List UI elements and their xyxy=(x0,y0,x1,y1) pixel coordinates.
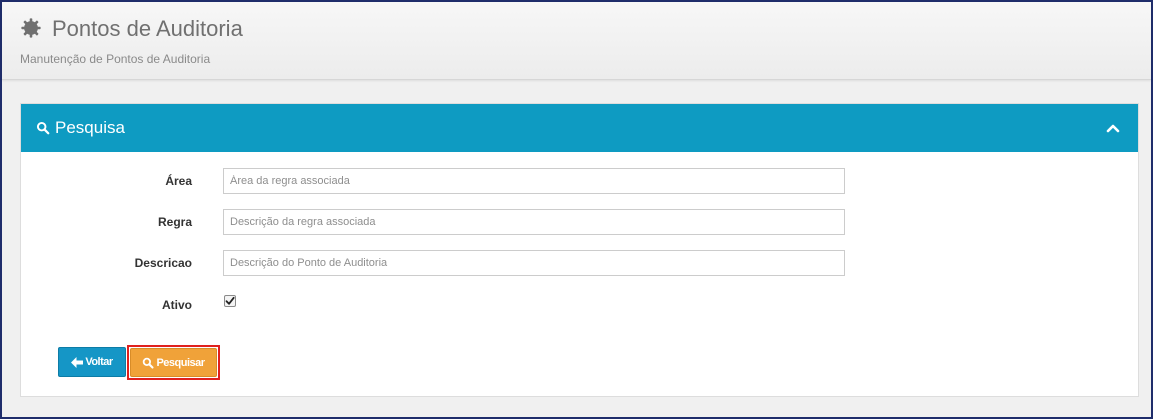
page-title-row: Pontos de Auditoria xyxy=(20,16,243,42)
search-button-highlight: Pesquisar xyxy=(127,345,220,380)
form-row-ativo: Ativo xyxy=(21,295,1138,321)
panel-title: Pesquisa xyxy=(55,118,125,137)
back-button[interactable]: Voltar xyxy=(58,347,126,377)
descricao-input[interactable] xyxy=(223,250,845,276)
arrow-left-icon xyxy=(71,356,84,368)
regra-input[interactable] xyxy=(223,209,845,235)
app-window: Pontos de Auditoria Manutenção de Pontos… xyxy=(0,0,1153,419)
search-icon xyxy=(143,357,155,369)
regra-label: Regra xyxy=(157,215,192,229)
search-icon xyxy=(36,121,50,135)
panel-heading: Pesquisa xyxy=(21,104,1138,152)
search-button-label: Pesquisar xyxy=(156,356,205,369)
panel-title-wrap: Pesquisa xyxy=(36,118,125,138)
chevron-up-icon xyxy=(1106,124,1120,133)
page-subtitle: Manutenção de Pontos de Auditoria xyxy=(20,52,211,66)
ativo-label: Ativo xyxy=(162,298,192,312)
form-row-area: Área xyxy=(21,168,1138,194)
gear-icon xyxy=(20,17,44,41)
page-title: Pontos de Auditoria xyxy=(52,16,243,41)
page-header: Pontos de Auditoria Manutenção de Pontos… xyxy=(2,2,1151,80)
form-row-descricao: Descricao xyxy=(21,250,1138,276)
ativo-checkbox[interactable] xyxy=(224,295,236,307)
collapse-button[interactable] xyxy=(1104,119,1122,137)
search-button[interactable]: Pesquisar xyxy=(130,348,217,377)
search-panel: Pesquisa Área Regra Descricao Ativo xyxy=(20,103,1139,397)
form-row-regra: Regra xyxy=(21,209,1138,235)
descricao-label: Descricao xyxy=(134,256,192,270)
back-button-label: Voltar xyxy=(85,356,113,368)
area-input[interactable] xyxy=(223,168,845,194)
area-label: Área xyxy=(165,174,192,188)
checkmark-icon xyxy=(225,296,235,305)
